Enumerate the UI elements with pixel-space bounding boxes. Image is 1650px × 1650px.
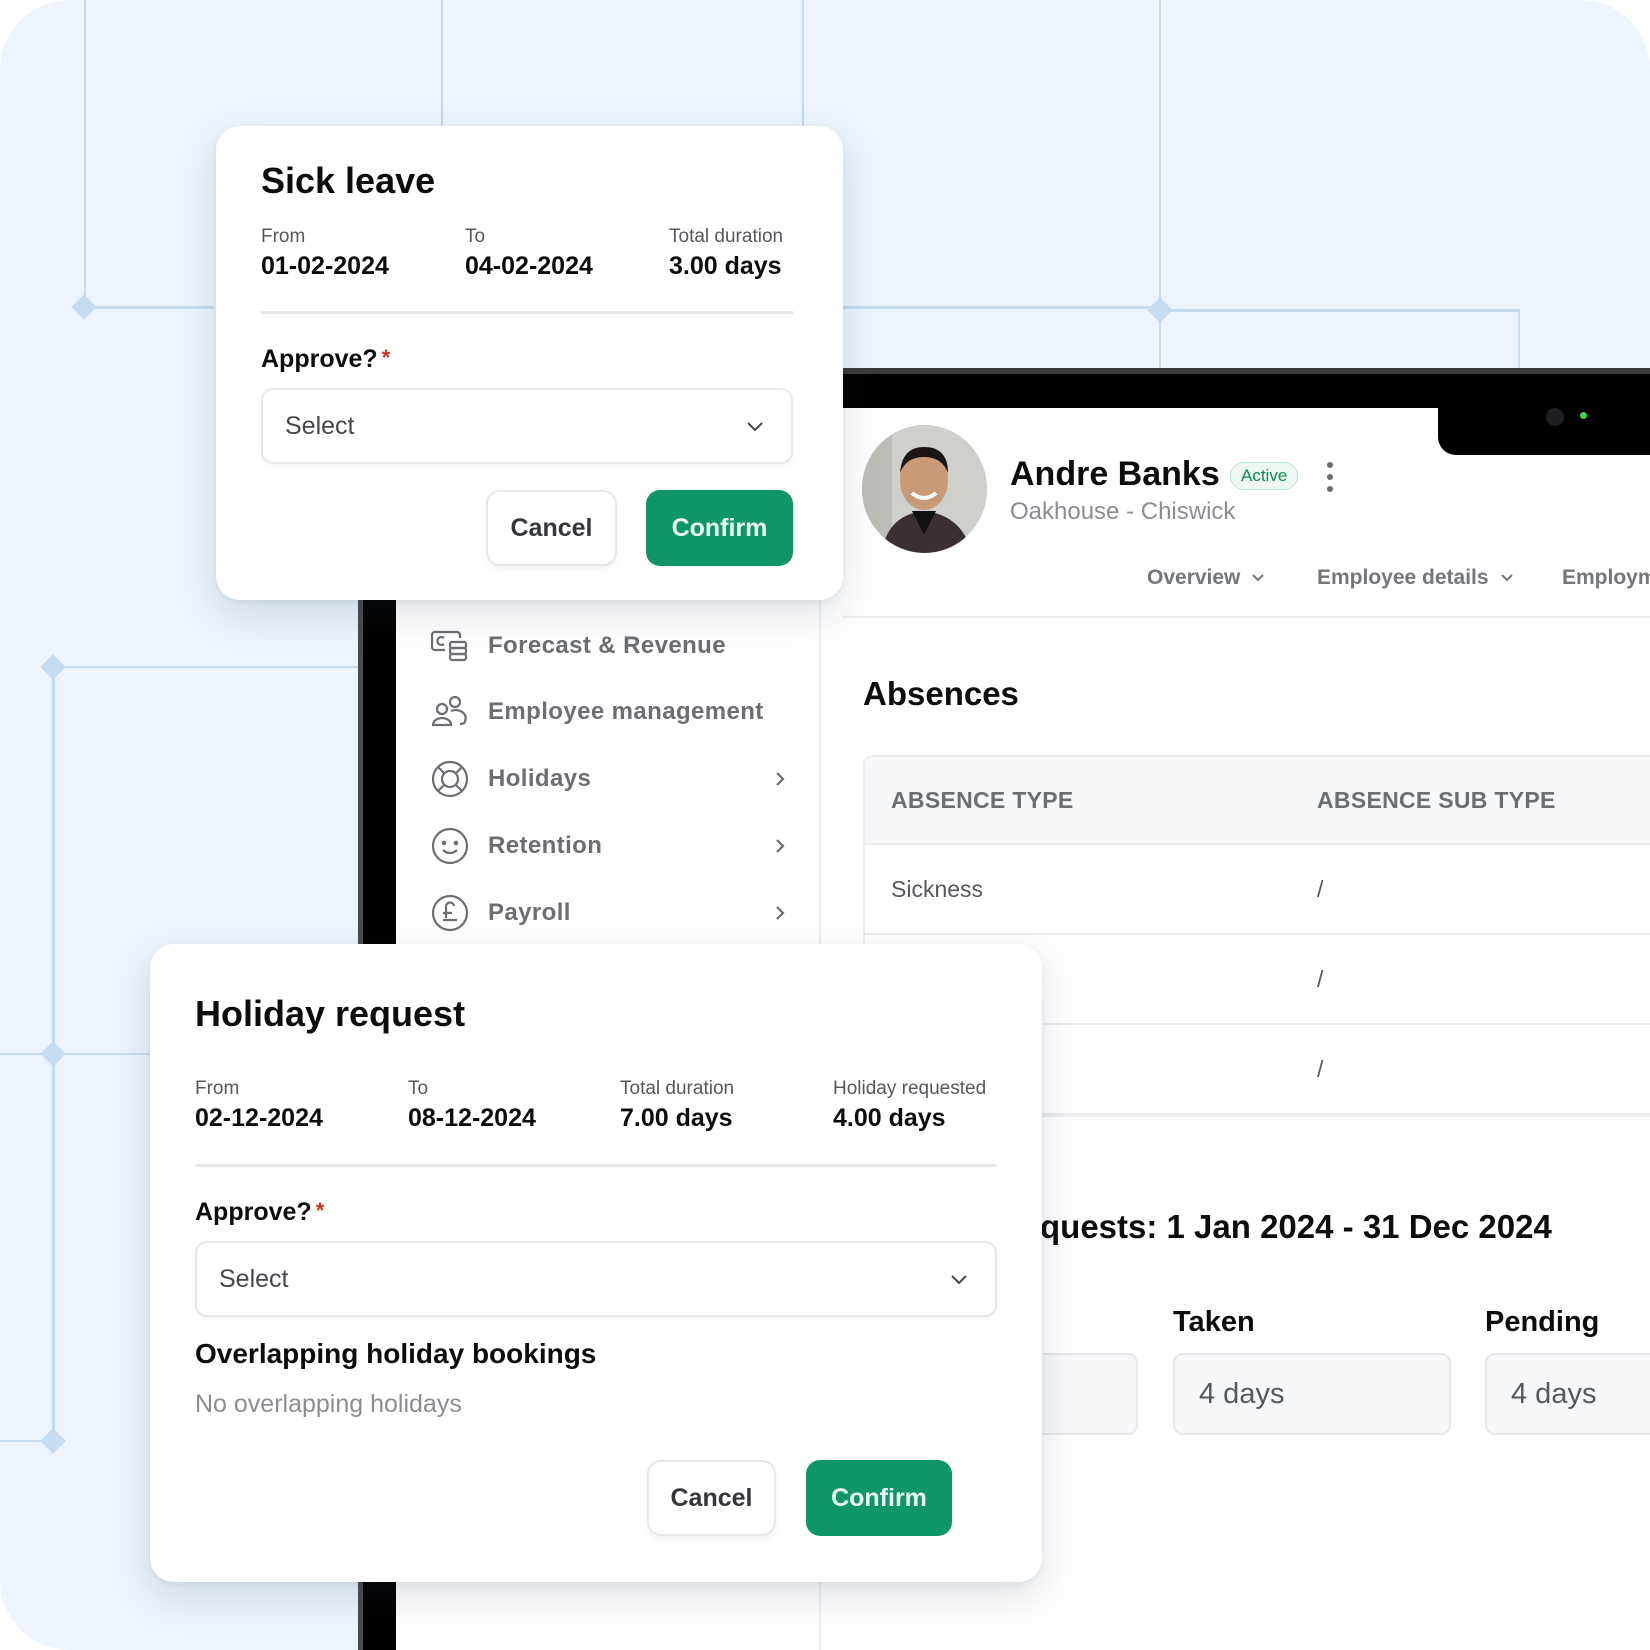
select-value: Select [285,411,355,440]
tab-label: Employm [1562,566,1650,589]
sidebar-item-label: Employee management [488,698,764,725]
grid-line [843,306,1160,309]
cell-absence-sub-type: / [1317,875,1324,902]
required-mark: * [315,1198,325,1223]
required-mark: * [381,345,391,370]
sidebar-item-employee-management[interactable]: Employee management [430,682,790,742]
confirm-button[interactable]: Confirm [806,1460,952,1536]
field-value-holiday-requested: 4.00 days [833,1104,946,1132]
modal-title: Holiday request [195,993,466,1034]
grid-line [0,1053,152,1055]
sidebar-item-label: Holidays [488,765,592,792]
grid-node [40,1041,66,1067]
grid-line [802,0,804,130]
camera-icon [1546,408,1564,426]
people-icon [430,692,470,732]
device-notch [1438,400,1650,455]
tab-label: Overview [1147,566,1241,589]
sidebar-item-label: Forecast & Revenue [488,632,726,659]
holiday-requests-heading: quests: 1 Jan 2024 - 31 Dec 2024 [1040,1208,1552,1245]
sidebar-item-retention[interactable]: Retention [430,816,790,876]
grid-line [1160,309,1520,312]
employee-name: Andre Banks [1010,455,1220,493]
divider [195,1164,997,1167]
sidebar-item-holidays[interactable]: Holidays [430,749,790,809]
sidebar-item-payroll[interactable]: Payroll [430,883,790,943]
cell-absence-sub-type: / [1317,1055,1324,1082]
chevron-down-icon [747,422,763,432]
cell-absence-sub-type: / [1317,965,1324,992]
chevron-down-icon [951,1275,967,1285]
sidebar-item-label: Retention [488,832,603,859]
overlapping-bookings-text: No overlapping holidays [195,1390,462,1418]
approve-label-text: Approve? [195,1198,312,1226]
field-value-total-duration: 7.00 days [620,1104,733,1132]
approve-select[interactable]: Select [261,388,793,464]
field-label-total-duration: Total duration [669,226,784,247]
field-label-to: To [408,1078,429,1099]
grid-line [1518,309,1520,371]
grid-node [40,1428,66,1454]
more-options-icon[interactable] [1322,462,1338,492]
field-value-total-duration: 3.00 days [669,252,782,280]
tab-overview[interactable]: Overview [1147,566,1265,590]
grid-node [40,654,66,680]
grid-line [84,306,214,309]
chevron-right-icon [770,836,790,856]
employee-location: Oakhouse - Chiswick [1010,498,1236,525]
stat-label-taken: Taken [1173,1306,1255,1338]
avatar [862,425,987,553]
grid-line [52,666,358,668]
chevron-right-icon [770,769,790,789]
table-row[interactable]: Sickness / [865,845,1650,935]
field-label-holiday-requested: Holiday requested [833,1078,987,1099]
grid-node [1147,297,1173,323]
status-badge: Active [1230,462,1299,490]
select-value: Select [219,1264,289,1293]
stat-label-pending: Pending [1485,1306,1600,1338]
tab-label: Employee details [1317,566,1489,589]
cancel-button[interactable]: Cancel [486,490,617,566]
field-label-from: From [261,226,306,247]
field-value-from: 01-02-2024 [261,252,389,280]
divider [261,311,793,314]
sidebar-item-forecast-revenue[interactable]: Forecast & Revenue [430,616,790,676]
column-header: ABSENCE TYPE [891,786,1074,813]
field-label-total-duration: Total duration [620,1078,735,1099]
cancel-button[interactable]: Cancel [647,1460,776,1536]
approve-label-text: Approve? [261,345,378,373]
modal-title: Sick leave [261,160,436,201]
confirm-button[interactable]: Confirm [646,490,793,566]
approve-label: Approve? * [261,345,390,374]
chevron-down-icon [1252,574,1265,582]
sidebar-item-label: Payroll [488,899,571,926]
column-header: ABSENCE SUB TYPE [1317,786,1556,813]
forecast-revenue-icon [430,626,470,666]
stat-value-pending: 4 days [1485,1353,1650,1435]
field-value-to: 08-12-2024 [408,1104,536,1132]
tab-employee-details[interactable]: Employee details [1317,566,1513,590]
pound-icon [430,893,470,933]
field-label-to: To [465,226,486,247]
absences-heading: Absences [863,675,1019,712]
lifebuoy-icon [430,759,470,799]
grid-line [441,0,443,130]
stat-value-taken: 4 days [1173,1353,1451,1435]
chevron-right-icon [770,903,790,923]
approve-label: Approve? * [195,1198,324,1227]
grid-node [71,294,97,320]
field-value-to: 04-02-2024 [465,252,593,280]
overlapping-bookings-heading: Overlapping holiday bookings [195,1338,597,1369]
cell-absence-type: Sickness [891,875,984,902]
tab-employment[interactable]: Employm [1562,566,1650,590]
smiley-icon [430,826,470,866]
approve-select[interactable]: Select [195,1241,997,1317]
field-value-from: 02-12-2024 [195,1104,323,1132]
camera-led-icon [1580,412,1587,419]
chevron-down-icon [1500,574,1513,582]
field-label-from: From [195,1078,240,1099]
table-header: ABSENCE TYPE ABSENCE SUB TYPE [865,757,1650,845]
grid-line [84,0,86,308]
